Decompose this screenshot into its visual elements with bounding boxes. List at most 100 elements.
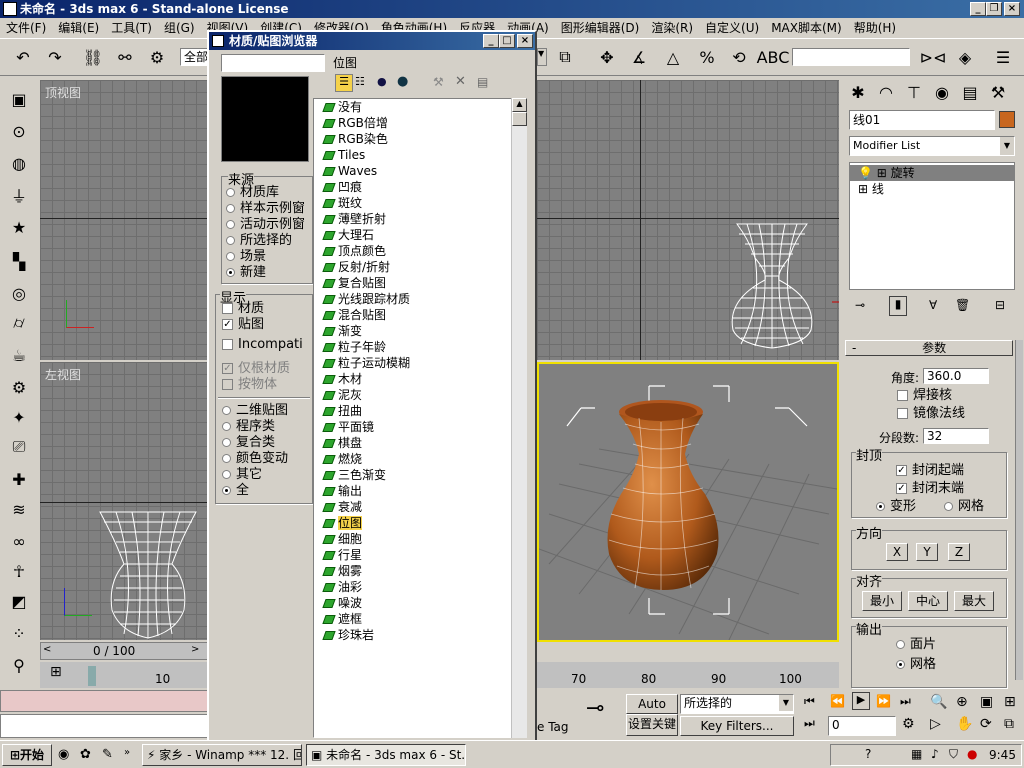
map-list-item[interactable]: 燃烧	[314, 451, 516, 467]
tube-icon[interactable]: ⌭	[6, 310, 32, 336]
sphere-icon[interactable]: ◍	[6, 150, 32, 176]
add-time-tag[interactable]: e Tag	[537, 720, 569, 734]
bind-spacewarp-icon[interactable]: ⚙	[144, 44, 170, 70]
browser-maximize-button[interactable]: □	[499, 34, 515, 48]
light-icon[interactable]: ✦	[6, 404, 32, 430]
key-mode-icon[interactable]: ⏭	[804, 716, 815, 731]
antivirus-tray-icon[interactable]: ●	[967, 747, 977, 761]
map-list-item[interactable]: 凹痕	[314, 179, 516, 195]
box-icon[interactable]: ▣	[6, 86, 32, 112]
map-list-item[interactable]: 复合贴图	[314, 275, 516, 291]
map-list-item[interactable]: Waves	[314, 163, 516, 179]
knot-icon[interactable]: ∞	[6, 528, 32, 554]
morph-radio[interactable]: 变形	[876, 499, 916, 515]
zoom-all-icon[interactable]: ⊕	[956, 694, 968, 710]
delete-icon[interactable]: ✕	[455, 74, 466, 89]
unlink-icon[interactable]: ⚯	[112, 44, 138, 70]
map-list-item[interactable]: 光线跟踪材质	[314, 291, 516, 307]
select-move-icon[interactable]: ✥	[594, 44, 620, 70]
source-mtl-editor-radio[interactable]: 样本示例窗	[226, 201, 305, 217]
maximize-button[interactable]: ❐	[986, 2, 1002, 16]
source-selected-radio[interactable]: 所选择的	[226, 233, 292, 249]
scroll-thumb[interactable]	[512, 112, 527, 126]
menu-file[interactable]: 文件(F)	[3, 21, 49, 35]
menu-customize[interactable]: 自定义(U)	[702, 21, 762, 35]
scroll-up-button[interactable]: ▲	[512, 98, 527, 112]
key-mode-dropdown[interactable]: 所选择的 ▼	[680, 694, 794, 714]
map-list-item[interactable]: 遮框	[314, 611, 516, 627]
viewport-perspective[interactable]	[537, 362, 839, 642]
time-config-icon[interactable]: ⚙	[902, 716, 915, 732]
map-list-item[interactable]: 顶点颜色	[314, 243, 516, 259]
pan-icon[interactable]: ✋	[956, 716, 973, 732]
close-button[interactable]: ×	[1004, 2, 1020, 16]
biped-icon[interactable]: ☥	[6, 558, 32, 584]
map-list-item[interactable]: 扭曲	[314, 403, 516, 419]
zoom-icon[interactable]: 🔍	[930, 694, 947, 710]
map-list-item[interactable]: 珍珠岩	[314, 627, 516, 643]
map-list-item[interactable]: 棋盘	[314, 435, 516, 451]
type-compositors-radio[interactable]: 复合类	[222, 435, 275, 451]
quicklaunch-more-icon[interactable]: »	[124, 747, 130, 758]
map-list-item[interactable]: 混合贴图	[314, 307, 516, 323]
align-icon[interactable]: ◈	[952, 44, 978, 70]
map-list-item[interactable]: 渐变	[314, 323, 516, 339]
menu-help[interactable]: 帮助(H)	[851, 21, 899, 35]
cap-start-checkbox[interactable]: ✓ 封闭起端	[896, 463, 964, 479]
auto-key-button[interactable]: Auto Key	[626, 694, 678, 714]
map-list-item[interactable]: 烟雾	[314, 563, 516, 579]
view-list-icons-icon[interactable]: ☷	[355, 75, 365, 88]
map-list-item[interactable]: 平面镜	[314, 419, 516, 435]
map-list-item[interactable]: 行星	[314, 547, 516, 563]
angle-snap-icon[interactable]: ∡	[626, 44, 652, 70]
helper-icon[interactable]: ✚	[6, 466, 32, 492]
cone-icon[interactable]: ⏚	[6, 182, 32, 208]
map-list-item[interactable]: 噪波	[314, 595, 516, 611]
modify-tab-icon[interactable]: ◠	[873, 79, 899, 105]
track-key-marker[interactable]	[88, 666, 96, 686]
map-list-item[interactable]: 输出	[314, 483, 516, 499]
map-list-item[interactable]: 粒子运动模糊	[314, 355, 516, 371]
map-list-item[interactable]: Tiles	[314, 147, 516, 163]
quicklaunch-ie-icon[interactable]: ◉	[58, 747, 69, 762]
grid-radio[interactable]: 网格	[944, 499, 984, 515]
flip-normals-checkbox[interactable]: 镜像法线	[897, 406, 965, 422]
type-color-mods-radio[interactable]: 颜色变动	[222, 451, 288, 467]
star-icon[interactable]: ★	[6, 214, 32, 240]
task-winamp[interactable]: ⚡ 家乡 - Winamp *** 12. 回	[142, 744, 302, 766]
link-icon[interactable]: ⛓	[80, 44, 106, 70]
mirror-icon[interactable]: ⧉	[552, 44, 578, 70]
volume-tray-icon[interactable]: ♪	[931, 747, 939, 761]
segments-spinner[interactable]: 32	[923, 428, 989, 444]
map-list-item[interactable]: 反射/折射	[314, 259, 516, 275]
output-mesh-radio[interactable]: 网格	[896, 657, 936, 673]
fov-icon[interactable]: ▷	[930, 716, 941, 732]
utilities-tab-icon[interactable]: ⚒	[985, 79, 1011, 105]
browser-close-button[interactable]: ×	[517, 34, 533, 48]
network-tray-icon[interactable]: ▦	[911, 747, 922, 761]
view-large-icons-icon[interactable]: ●	[397, 74, 408, 89]
show-incompatible-checkbox[interactable]: Incompati	[222, 337, 310, 353]
object-color-swatch[interactable]	[999, 111, 1015, 128]
viewport-front[interactable]	[537, 80, 839, 360]
type-2d-maps-radio[interactable]: 二维贴图	[222, 403, 288, 419]
stack-item-line[interactable]: ⊞ 线	[850, 181, 1014, 197]
map-list-item[interactable]: 大理石	[314, 227, 516, 243]
map-list-scrollbar[interactable]: ▲	[511, 98, 527, 738]
map-list-item[interactable]: 薄壁折射	[314, 211, 516, 227]
map-list-item[interactable]: 细胞	[314, 531, 516, 547]
map-list-item[interactable]: 没有	[314, 99, 516, 115]
show-end-result-icon[interactable]: ▮	[889, 296, 907, 316]
named-selection-sets[interactable]	[792, 48, 910, 66]
menu-rendering[interactable]: 渲染(R)	[648, 21, 696, 35]
pin-stack-icon[interactable]: ⊸	[855, 298, 865, 312]
object-name-field[interactable]: 线01	[849, 110, 995, 130]
map-list-item[interactable]: 粒子年龄	[314, 339, 516, 355]
minimize-button[interactable]: _	[970, 2, 986, 16]
go-to-start-icon[interactable]: ⏮	[804, 694, 815, 709]
update-scene-icon[interactable]: ⚒	[433, 75, 444, 89]
quicklaunch-desktop-icon[interactable]: ✿	[80, 747, 91, 762]
play-icon[interactable]: ▶	[852, 692, 870, 710]
make-unique-icon[interactable]: ∀	[929, 298, 937, 312]
menu-group[interactable]: 组(G)	[161, 21, 198, 35]
